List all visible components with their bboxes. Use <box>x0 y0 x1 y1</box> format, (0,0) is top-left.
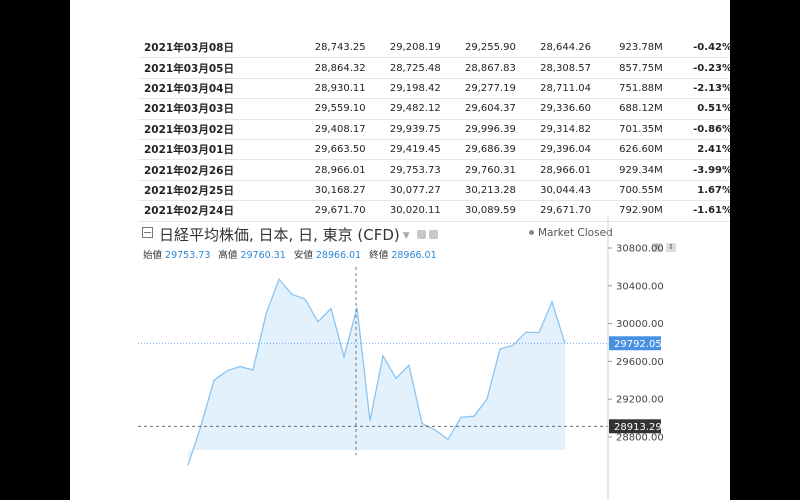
row-volume: 701.35M <box>590 119 663 140</box>
row-open: 29,419.45 <box>365 139 441 161</box>
row-close: 28,864.32 <box>275 57 366 79</box>
y-tick-label: 30400.00 <box>616 281 664 292</box>
row-change: -2.13% <box>662 78 730 100</box>
row-open: 28,725.48 <box>365 57 441 79</box>
row-close: 28,966.01 <box>275 159 366 181</box>
row-high: 29,686.39 <box>440 139 516 161</box>
row-date: 2021年02月25日 <box>138 180 276 202</box>
row-open: 29,753.73 <box>365 159 441 181</box>
historical-data-table: 2021年03月08日 28,743.25 29,208.19 29,255.90 28… <box>138 38 730 222</box>
row-low: 30,044.43 <box>515 180 591 202</box>
row-change: -0.86% <box>662 119 730 140</box>
row-change: 2.41% <box>662 139 730 161</box>
row-high: 29,760.31 <box>440 159 516 181</box>
row-close: 30,168.27 <box>275 180 366 202</box>
row-date: 2021年03月02日 <box>138 119 276 140</box>
row-high: 29,604.37 <box>440 98 516 120</box>
table-row: 2021年02月25日 30,168.27 30,077.27 30,213.28 30… <box>138 180 730 202</box>
row-open: 29,939.75 <box>365 119 441 140</box>
row-change: -3.99% <box>662 159 730 181</box>
table-row: 2021年03月04日 28,930.11 29,198.42 29,277.19 28… <box>138 78 730 100</box>
row-volume: 857.75M <box>590 57 663 79</box>
y-tick-label: 30000.00 <box>616 319 664 330</box>
row-close: 29,663.50 <box>275 139 366 161</box>
row-low: 29,314.82 <box>515 119 591 140</box>
row-volume: 626.60M <box>590 139 663 161</box>
row-high: 29,255.90 <box>440 38 516 59</box>
chart-plot[interactable]: 28800.00 29200.00 29600.00 30000.00 30400.00… <box>138 215 730 500</box>
price-area-fill <box>188 279 565 466</box>
row-date: 2021年03月01日 <box>138 139 276 161</box>
row-high: 29,996.39 <box>440 119 516 140</box>
row-date: 2021年03月03日 <box>138 98 276 120</box>
y-tick-label: 29200.00 <box>616 395 664 406</box>
y-tick-label: 30800.00 <box>616 244 664 255</box>
current-price-label: 29792.05 <box>614 339 662 350</box>
row-open: 30,077.27 <box>365 180 441 202</box>
row-change: 0.51% <box>662 98 730 120</box>
row-open: 29,208.19 <box>365 38 441 59</box>
row-change: 1.67% <box>662 180 730 202</box>
page-frame: 2021年03月08日 28,743.25 29,208.19 29,255.90 28… <box>70 0 730 500</box>
table-row: 2021年02月26日 28,966.01 29,753.73 29,760.31 28… <box>138 159 730 181</box>
row-low: 29,396.04 <box>515 139 591 161</box>
row-low: 28,308.57 <box>515 57 591 79</box>
y-tick-label: 28800.00 <box>616 433 664 444</box>
row-close: 29,408.17 <box>275 119 366 140</box>
row-close: 28,743.25 <box>275 38 366 59</box>
row-change: -0.42% <box>662 38 730 59</box>
table-row: 2021年03月03日 29,559.10 29,482.12 29,604.37 29… <box>138 98 730 120</box>
table-row: 2021年03月01日 29,663.50 29,419.45 29,686.39 29… <box>138 139 730 161</box>
row-volume: 700.55M <box>590 180 663 202</box>
row-volume: 929.34M <box>590 159 663 181</box>
price-chart-widget: 日経平均株価, 日本, 日, 東京 (CFD) ▼ Market Closed ⇩… <box>138 215 730 500</box>
y-tick-label: 29600.00 <box>616 357 664 368</box>
row-change: -0.23% <box>662 57 730 79</box>
row-low: 28,711.04 <box>515 78 591 100</box>
row-date: 2021年03月05日 <box>138 57 276 79</box>
table-row: 2021年03月05日 28,864.32 28,725.48 28,867.83 28… <box>138 57 730 79</box>
row-open: 29,198.42 <box>365 78 441 100</box>
row-close: 29,559.10 <box>275 98 366 120</box>
table-row: 2021年03月08日 28,743.25 29,208.19 29,255.90 28… <box>138 38 730 59</box>
row-volume: 688.12M <box>590 98 663 120</box>
row-volume: 751.88M <box>590 78 663 100</box>
row-high: 30,213.28 <box>440 180 516 202</box>
row-close: 28,930.11 <box>275 78 366 100</box>
row-high: 28,867.83 <box>440 57 516 79</box>
row-low: 29,336.60 <box>515 98 591 120</box>
row-open: 29,482.12 <box>365 98 441 120</box>
row-high: 29,277.19 <box>440 78 516 100</box>
row-volume: 923.78M <box>590 38 663 59</box>
row-low: 28,966.01 <box>515 159 591 181</box>
crosshair-price-label: 28913.29 <box>614 422 662 433</box>
row-date: 2021年03月04日 <box>138 78 276 100</box>
row-date: 2021年02月26日 <box>138 159 276 181</box>
table-row: 2021年03月02日 29,408.17 29,939.75 29,996.39 29… <box>138 119 730 140</box>
row-date: 2021年03月08日 <box>138 38 276 59</box>
row-low: 28,644.26 <box>515 38 591 59</box>
